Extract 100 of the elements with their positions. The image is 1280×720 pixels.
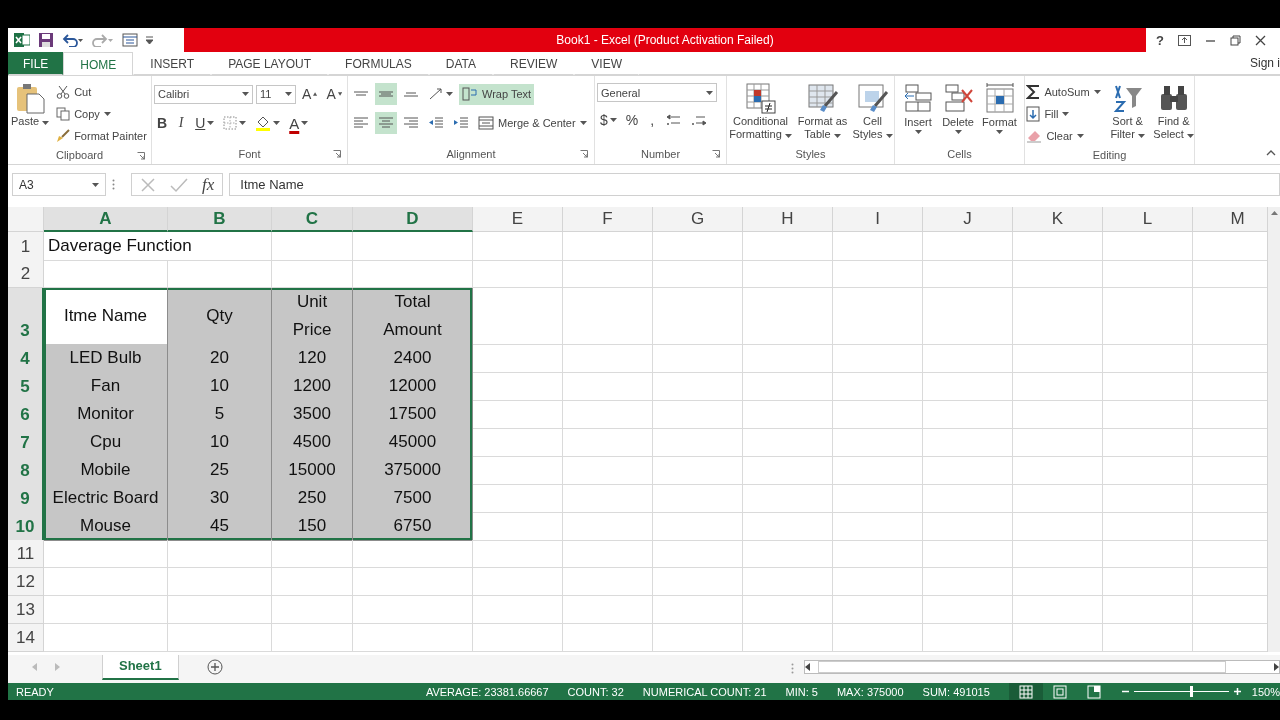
close-icon bbox=[1254, 34, 1266, 46]
column-header[interactable]: D bbox=[353, 207, 473, 232]
sheet-tab[interactable]: Sheet1 bbox=[102, 655, 179, 680]
name-box[interactable]: A3 bbox=[12, 173, 106, 196]
table-cell: 10 bbox=[168, 372, 272, 401]
cell-styles-button[interactable]: Cell Styles bbox=[851, 80, 894, 143]
paste-button[interactable]: Paste bbox=[9, 80, 52, 130]
formula-field[interactable]: Itme Name bbox=[229, 173, 1280, 196]
table-cell: 4500 bbox=[272, 428, 353, 457]
caret-icon bbox=[301, 121, 309, 125]
row-header[interactable]: 2 bbox=[8, 260, 44, 288]
table-cell: Monitor bbox=[44, 400, 168, 429]
group-label: Clipboard bbox=[55, 149, 104, 161]
scroll-left-icon bbox=[805, 663, 810, 671]
row-header[interactable]: 1 bbox=[8, 232, 44, 261]
merge-center-button[interactable]: Merge & Center bbox=[475, 112, 590, 134]
table-cell: Unit Price bbox=[272, 288, 353, 345]
slider-thumb[interactable] bbox=[1189, 686, 1193, 697]
ribbon-tab[interactable]: REVIEW bbox=[493, 52, 575, 75]
column-header[interactable]: C bbox=[272, 207, 353, 232]
redo-icon bbox=[92, 33, 114, 47]
shrink-font-button[interactable]: A bbox=[323, 83, 345, 105]
ribbon-tab[interactable]: PAGE LAYOUT bbox=[211, 52, 329, 75]
autosum-button[interactable]: AutoSum bbox=[1025, 81, 1104, 102]
increase-decimal-icon bbox=[666, 113, 683, 127]
zoom-level[interactable]: 150% bbox=[1251, 685, 1280, 698]
row-header[interactable]: 13 bbox=[8, 596, 44, 624]
help-button[interactable]: ? bbox=[1156, 32, 1164, 48]
ribbon-tab[interactable]: VIEW bbox=[574, 52, 639, 75]
percent-button[interactable]: % bbox=[622, 109, 642, 131]
next-sheet-icon bbox=[55, 663, 60, 671]
sign-in-link[interactable]: Sign i bbox=[1249, 52, 1280, 75]
column-header[interactable]: I bbox=[833, 207, 923, 232]
row-header[interactable]: 7 bbox=[8, 428, 44, 457]
row-header[interactable]: 6 bbox=[8, 400, 44, 429]
table-cell: 6750 bbox=[353, 512, 473, 541]
column-header[interactable]: E bbox=[473, 207, 563, 232]
number-format-dropdown[interactable]: General bbox=[597, 83, 717, 102]
row-header[interactable]: 12 bbox=[8, 568, 44, 596]
row-header[interactable]: 8 bbox=[8, 456, 44, 485]
middle-align-button[interactable] bbox=[375, 83, 397, 105]
row-header[interactable]: 9 bbox=[8, 484, 44, 513]
format-as-table-button[interactable]: Format as Table bbox=[795, 80, 850, 143]
horizontal-scrollbar[interactable] bbox=[804, 660, 1280, 674]
group-label: Styles bbox=[795, 148, 826, 160]
wrap-text-icon bbox=[462, 87, 478, 101]
column-header[interactable]: B bbox=[168, 207, 272, 232]
column-header[interactable]: A bbox=[44, 207, 168, 232]
clear-button[interactable]: Clear bbox=[1025, 125, 1104, 146]
insert-button[interactable]: Insert bbox=[899, 80, 938, 136]
column-header[interactable]: M bbox=[1193, 207, 1267, 232]
view-button[interactable] bbox=[1008, 683, 1043, 700]
find-select-button[interactable]: Find & Select bbox=[1151, 80, 1194, 143]
ribbon-tab[interactable]: INSERT bbox=[133, 52, 212, 75]
format-painter-button[interactable]: Format Painter bbox=[53, 125, 150, 146]
file-menu-tab[interactable]: FILE bbox=[8, 52, 64, 75]
caret-icon bbox=[885, 134, 893, 138]
table-cell: Daverage Function bbox=[44, 232, 272, 261]
row-header[interactable]: 3 bbox=[8, 288, 44, 345]
column-header[interactable]: L bbox=[1103, 207, 1193, 232]
table-cell: 45 bbox=[168, 512, 272, 541]
column-header[interactable]: J bbox=[923, 207, 1013, 232]
comma-style-button[interactable]: , bbox=[644, 109, 661, 131]
cut-button[interactable]: Cut bbox=[53, 81, 150, 102]
page-break-icon bbox=[1086, 684, 1101, 699]
align-center-icon bbox=[378, 116, 394, 130]
ribbon-tab[interactable]: FORMULAS bbox=[328, 52, 429, 75]
column-header[interactable]: H bbox=[743, 207, 833, 232]
font-size-dropdown[interactable]: 11 bbox=[255, 84, 297, 104]
caret-icon bbox=[784, 134, 792, 138]
copy-button[interactable]: Copy bbox=[53, 103, 150, 124]
column-header[interactable]: G bbox=[653, 207, 743, 232]
font-color-button[interactable]: A bbox=[286, 112, 312, 134]
increase-indent-icon bbox=[453, 116, 469, 130]
row-header[interactable]: 11 bbox=[8, 540, 44, 568]
row-header[interactable]: 4 bbox=[8, 344, 44, 373]
sort-filter-button[interactable]: Sort & Filter bbox=[1105, 80, 1150, 143]
format-button[interactable]: Format bbox=[979, 80, 1020, 136]
table-cell: 15000 bbox=[272, 456, 353, 485]
ribbon-tab[interactable]: DATA bbox=[428, 52, 493, 75]
row-header[interactable]: 5 bbox=[8, 372, 44, 401]
conditional-formatting-button[interactable]: Conditional Formatting bbox=[727, 80, 794, 143]
insert-function-button[interactable]: fx bbox=[202, 174, 215, 195]
bold-button[interactable]: B bbox=[154, 112, 171, 134]
grow-font-button[interactable]: A bbox=[299, 83, 321, 105]
column-header[interactable]: F bbox=[563, 207, 653, 232]
font-name-dropdown[interactable]: Calibri bbox=[154, 84, 253, 104]
ribbon-tab[interactable]: HOME bbox=[63, 52, 134, 76]
center-button[interactable] bbox=[375, 112, 397, 134]
save-icon bbox=[38, 32, 54, 48]
underline-button[interactable]: U bbox=[192, 112, 218, 134]
column-header[interactable]: K bbox=[1013, 207, 1103, 232]
row-header[interactable]: 10 bbox=[8, 512, 44, 541]
fill-button[interactable]: Fill bbox=[1025, 103, 1104, 124]
row-header[interactable]: 14 bbox=[8, 624, 44, 652]
wrap-text-button[interactable]: Wrap Text bbox=[459, 83, 535, 105]
currency-button[interactable]: $ bbox=[597, 109, 620, 131]
scroll-up-icon bbox=[1270, 211, 1278, 215]
delete-button[interactable]: Delete bbox=[939, 80, 978, 136]
italic-button[interactable]: I bbox=[173, 112, 190, 134]
